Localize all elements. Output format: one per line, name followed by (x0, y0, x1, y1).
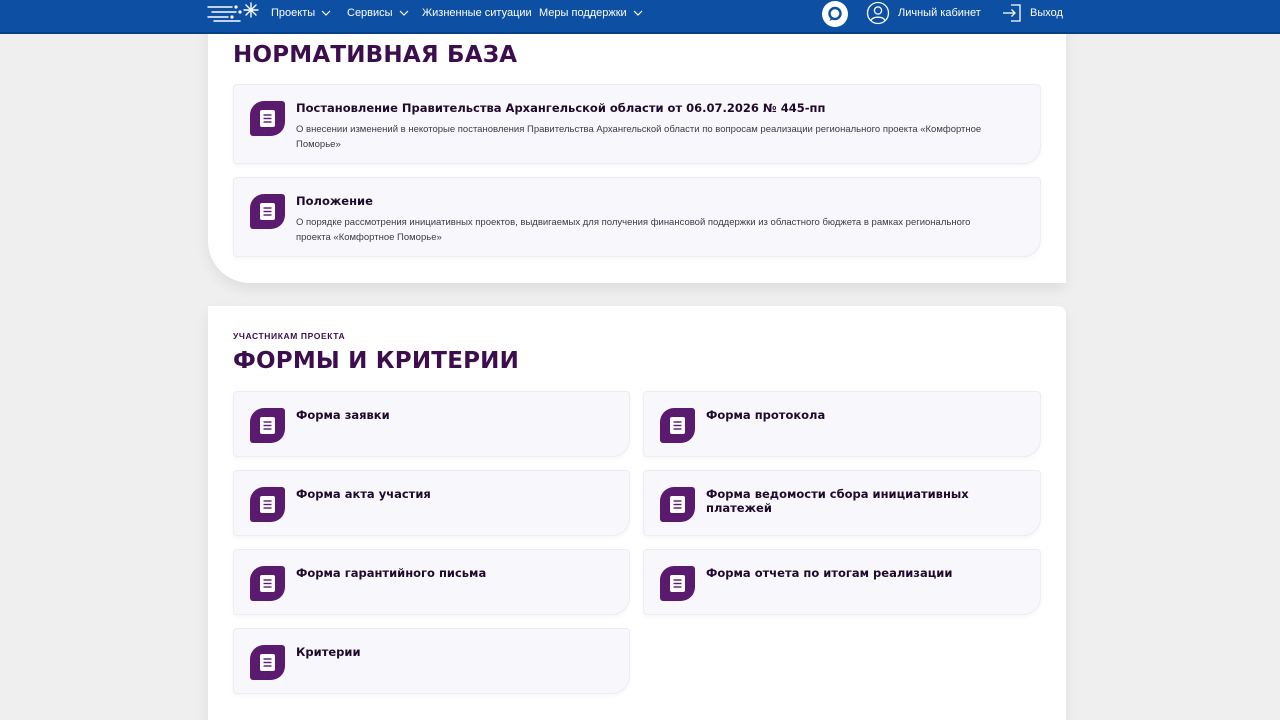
nav-item-services[interactable]: Сервисы (347, 0, 409, 26)
document-description: О порядке рассмотрения инициативных прое… (296, 217, 971, 243)
document-icon (660, 408, 695, 443)
nav-item-label: Меры поддержки (539, 7, 627, 19)
form-card[interactable]: Форма гарантийного письма (233, 549, 630, 615)
account-label: Личный кабинет (898, 7, 981, 19)
document-icon (250, 645, 285, 680)
document-card[interactable]: Положение О порядке рассмотрения инициат… (233, 177, 1041, 257)
top-navigation-bar: Проекты Сервисы Жизненные ситуации Меры … (0, 0, 1280, 34)
document-icon (250, 487, 285, 522)
document-icon (250, 566, 285, 601)
form-card[interactable]: Форма заявки (233, 391, 630, 457)
nav-item-projects[interactable]: Проекты (271, 0, 331, 26)
logout-icon (1003, 4, 1021, 22)
document-icon (660, 487, 695, 522)
logout-label: Выход (1030, 7, 1063, 19)
form-title: Форма акта участия (296, 487, 431, 501)
form-title: Форма протокола (706, 408, 826, 422)
nav-item-label: Сервисы (347, 7, 393, 19)
nav-item-label: Проекты (271, 7, 316, 19)
form-title: Форма заявки (296, 408, 390, 422)
form-card[interactable]: Форма отчета по итогам реализации (643, 549, 1041, 615)
nav-item-support-measures[interactable]: Меры поддержки (539, 0, 643, 26)
chat-button[interactable] (822, 1, 848, 27)
document-card[interactable]: Постановление Правительства Архангельско… (233, 84, 1041, 164)
account-link[interactable]: Личный кабинет (866, 0, 981, 26)
form-title: Форма отчета по итогам реализации (706, 566, 953, 580)
document-icon (250, 408, 285, 443)
logout-button[interactable]: Выход (1002, 0, 1063, 26)
form-card[interactable]: Критерии (233, 628, 630, 694)
form-title: Форма ведомости сбора инициативных плате… (706, 487, 969, 515)
user-circle-icon (866, 1, 890, 25)
document-description: О внесении изменений в некоторые постано… (296, 124, 982, 150)
document-icon (250, 101, 285, 136)
document-title: Постановление Правительства Архангельско… (296, 101, 826, 115)
section-eyebrow: УЧАСТНИКАМ ПРОЕКТА (233, 331, 346, 341)
section-title-normative: НОРМАТИВНАЯ БАЗА (233, 42, 518, 68)
chevron-down-icon (633, 10, 643, 16)
form-card[interactable]: Форма протокола (643, 391, 1041, 457)
document-title: Положение (296, 194, 373, 208)
nav-item-label: Жизненные ситуации (422, 7, 532, 19)
section-title-forms: ФОРМЫ И КРИТЕРИИ (233, 348, 520, 374)
document-icon (250, 194, 285, 229)
form-card[interactable]: Форма ведомости сбора инициативных плате… (643, 470, 1041, 536)
form-title: Критерии (296, 645, 361, 659)
chevron-down-icon (321, 10, 331, 16)
nav-item-life-situations[interactable]: Жизненные ситуации (422, 0, 532, 26)
form-title: Форма гарантийного письма (296, 566, 487, 580)
document-icon (660, 566, 695, 601)
chevron-down-icon (399, 10, 409, 16)
snowflake-logo-icon[interactable] (206, 2, 262, 24)
form-card[interactable]: Форма акта участия (233, 470, 630, 536)
chat-bubble-icon (828, 6, 842, 21)
